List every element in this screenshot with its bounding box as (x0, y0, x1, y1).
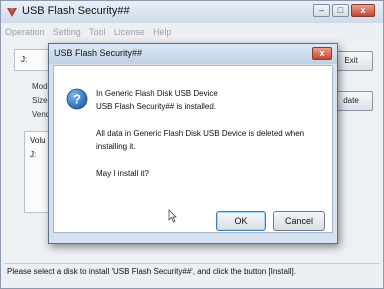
status-bar: Please select a disk to install 'USB Fla… (4, 263, 380, 279)
message-line-1: In Generic Flash Disk USB Device (96, 89, 218, 98)
cancel-button[interactable]: Cancel (273, 211, 325, 231)
install-confirm-dialog: USB Flash Security## x ? In Generic Flas… (48, 43, 338, 244)
dialog-close-button[interactable]: x (312, 47, 332, 60)
minimize-button[interactable]: – (313, 4, 330, 17)
app-logo-icon (7, 8, 17, 17)
message-line-4: installing it. (96, 142, 136, 151)
menu-bar: Operation Setting Tool License Help (5, 27, 178, 41)
menu-help[interactable]: Help (153, 27, 172, 37)
question-icon: ? (66, 88, 88, 110)
dialog-title-bar: USB Flash Security## x (49, 44, 337, 64)
menu-setting[interactable]: Setting (53, 27, 81, 37)
volume-label: Volu (30, 136, 46, 145)
drive-label: J: (21, 55, 28, 64)
message-line-5: May I install it? (96, 169, 149, 178)
dialog-body: ? In Generic Flash Disk USB Device USB F… (53, 65, 333, 233)
volume-drive: J: (30, 150, 37, 159)
window-title: USB Flash Security## (22, 5, 130, 17)
menu-tool[interactable]: Tool (89, 27, 106, 37)
menu-license[interactable]: License (114, 27, 145, 37)
message-line-2: USB Flash Security## is installed. (96, 102, 217, 111)
menu-operation[interactable]: Operation (5, 27, 45, 37)
message-line-3: All data in Generic Flash Disk USB Devic… (96, 129, 305, 138)
title-bar: USB Flash Security## – □ x (1, 1, 383, 23)
ok-button[interactable]: OK (216, 211, 266, 231)
svg-text:?: ? (73, 92, 81, 107)
maximize-button[interactable]: □ (332, 4, 349, 17)
dialog-title: USB Flash Security## (54, 48, 143, 58)
close-button[interactable]: x (351, 4, 375, 17)
mouse-cursor-icon (168, 209, 177, 223)
